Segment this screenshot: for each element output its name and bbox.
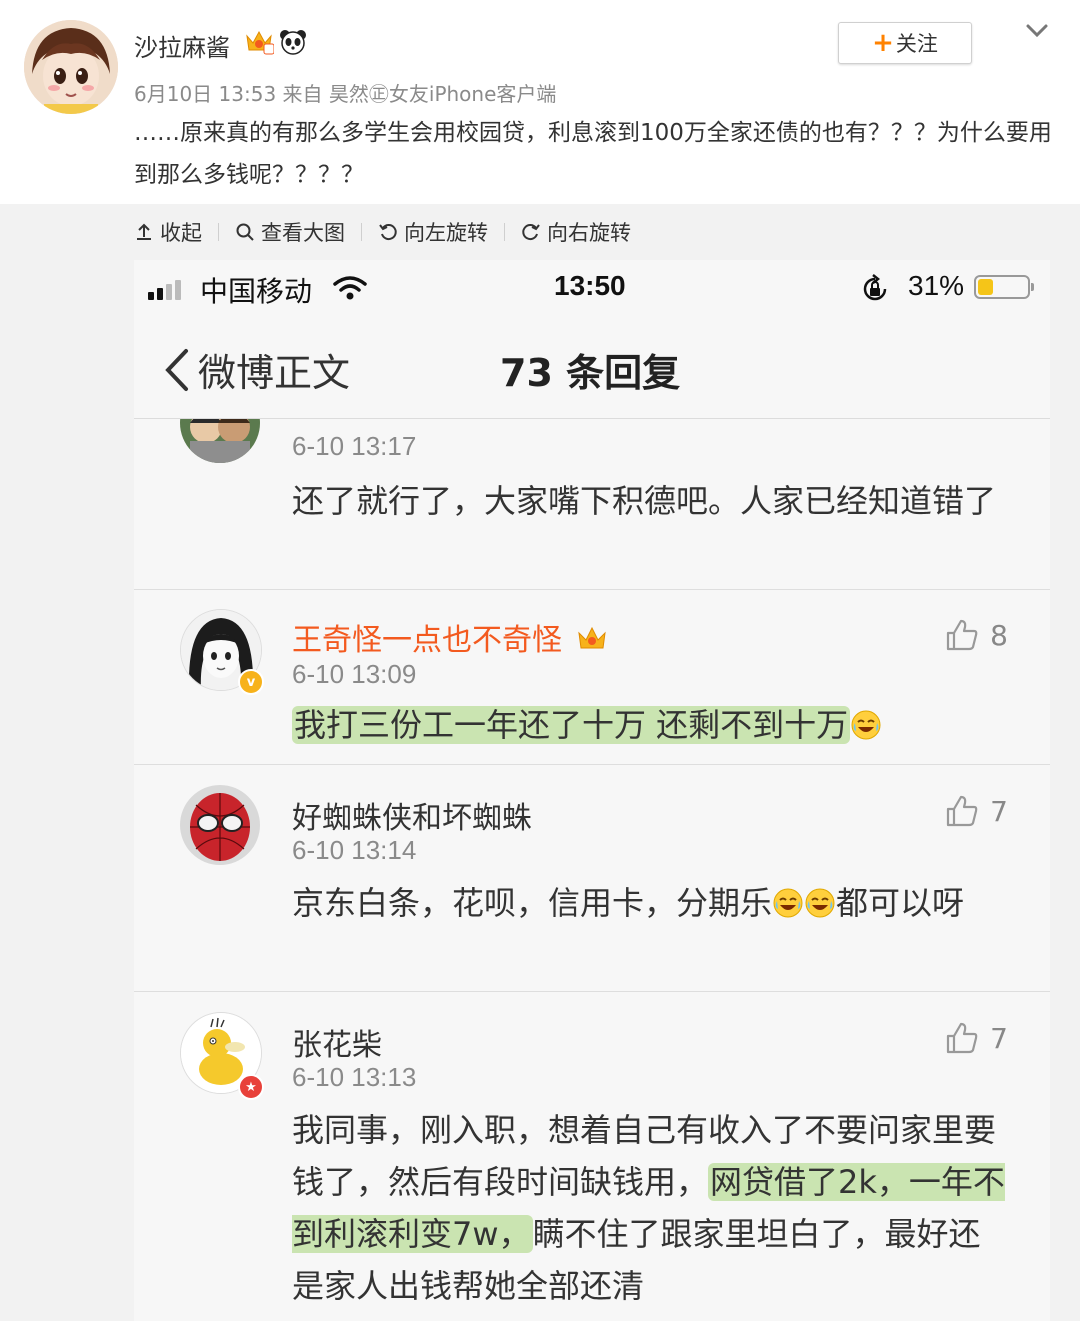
vip-crown-icon	[244, 28, 275, 60]
vip-crown-icon	[577, 626, 606, 649]
like-button[interactable]: 7	[944, 1020, 1008, 1056]
search-icon	[236, 223, 254, 241]
comment-item: v 王奇怪一点也不奇怪 8 6-10 13:09 我打三份工一年还了十万 还剩不…	[134, 589, 1050, 765]
comment-text: 我同事，刚入职，想着自己有收入了不要问家里要钱了，然后有段时间缺钱用，网贷借了2…	[292, 1104, 1012, 1312]
signal-icon	[148, 280, 181, 300]
comment-list: 6-10 13:17 还了就行了，大家嘴下积德吧。人家已经知道错了 v 王奇怪一…	[134, 419, 1050, 1321]
arrow-up-icon	[137, 223, 151, 240]
wifi-icon	[333, 276, 367, 300]
status-bar: 中国移动 13:50 31%	[134, 260, 1050, 316]
rotation-lock-icon	[863, 274, 887, 301]
comment-time: 6-10 13:13	[292, 1062, 417, 1092]
laughing-crying-emoji-icon	[851, 710, 881, 740]
commenter-avatar[interactable]	[180, 419, 260, 463]
verified-badge-icon: v	[238, 669, 264, 695]
thumbs-up-icon	[947, 619, 978, 651]
rotate-left-icon	[379, 224, 397, 241]
panda-icon	[278, 28, 308, 60]
commenter-name[interactable]: 王奇怪一点也不奇怪	[292, 615, 608, 659]
comment-text: 我打三份工一年还了十万 还剩不到十万	[292, 699, 1012, 751]
status-time: 13:50	[554, 270, 626, 301]
rotate-right-button[interactable]: 向右旋转	[521, 217, 631, 247]
nav-bar: 微博正文 73 条回复	[134, 316, 1050, 419]
back-button[interactable]: 微博正文	[162, 342, 350, 397]
collapse-label: 收起	[160, 221, 202, 245]
comment-time: 6-10 13:14	[292, 835, 417, 865]
poster-name[interactable]: 沙拉麻酱	[134, 28, 230, 63]
comment-text: 还了就行了，大家嘴下积德吧。人家已经知道错了	[292, 482, 997, 520]
comment-text-part: 都可以呀	[836, 884, 965, 922]
page-title: 73 条回复	[500, 351, 681, 395]
like-count: 7	[990, 794, 1008, 828]
rotate-right-label: 向右旋转	[547, 221, 631, 245]
commenter-name[interactable]: 好蜘蛛侠和坏蜘蛛	[292, 793, 532, 837]
laughing-crying-emoji-icon	[773, 888, 803, 918]
divider	[361, 223, 362, 241]
divider	[218, 223, 219, 241]
follow-button[interactable]: + 关注	[838, 22, 972, 64]
chevron-down-icon[interactable]	[1020, 18, 1054, 44]
comment-text-part: 京东白条，花呗，信用卡，分期乐	[292, 884, 773, 922]
thumbs-up-icon	[947, 1022, 978, 1054]
comment-item: ★ 张花柴 7 6-10 13:13 我同事，刚入职，想着自己有收入了不要问家里…	[134, 992, 1050, 1321]
comment-item: 6-10 13:17 还了就行了，大家嘴下积德吧。人家已经知道错了	[134, 419, 1050, 590]
rotate-left-button[interactable]: 向左旋转	[378, 217, 488, 247]
laughing-crying-emoji-icon	[805, 888, 835, 918]
commenter-avatar[interactable]	[180, 785, 260, 865]
follow-label: 关注	[895, 32, 938, 56]
plus-icon: +	[872, 28, 894, 58]
back-label: 微博正文	[198, 351, 351, 395]
verified-badge-icon: ★	[238, 1074, 264, 1100]
phone-screenshot: 中国移动 13:50 31% 微博正文 73 条回复 6-10 13:17 还了…	[134, 260, 1050, 1321]
like-count: 7	[990, 1021, 1008, 1055]
comment-item: 好蜘蛛侠和坏蜘蛛 7 6-10 13:14 京东白条，花呗，信用卡，分期乐 都可以…	[134, 765, 1050, 992]
poster-avatar[interactable]	[24, 20, 118, 114]
comment-time: 6-10 13:17	[292, 431, 417, 461]
commenter-name-text: 王奇怪一点也不奇怪	[292, 623, 562, 658]
like-button[interactable]: 8	[944, 617, 1008, 653]
post-text: ……原来真的有那么多学生会用校园贷，利息滚到100万全家还债的也有？？？为什么要…	[134, 120, 1052, 188]
media-toolbar: 收起 查看大图 向左旋转 向右旋转	[134, 212, 631, 252]
rotate-right-icon	[522, 224, 540, 241]
comment-text: 京东白条，花呗，信用卡，分期乐 都可以呀	[292, 877, 1012, 929]
collapse-button[interactable]: 收起	[134, 217, 202, 247]
post-meta: 6月10日 13:53 来自 昊然㊣女友iPhone客户端	[134, 82, 557, 106]
view-large-button[interactable]: 查看大图	[235, 217, 345, 247]
commenter-name[interactable]: 张花柴	[292, 1020, 382, 1064]
battery-icon	[974, 275, 1034, 299]
battery-percent: 31%	[908, 270, 965, 301]
rotate-left-label: 向左旋转	[404, 221, 488, 245]
thumbs-up-icon	[947, 795, 978, 827]
chevron-left-icon	[165, 348, 188, 391]
like-count: 8	[990, 618, 1008, 652]
highlighted-text: 我打三份工一年还了十万 还剩不到十万	[292, 706, 851, 744]
view-large-label: 查看大图	[261, 221, 345, 245]
divider	[504, 223, 505, 241]
carrier: 中国移动	[200, 276, 313, 307]
like-button[interactable]: 7	[944, 793, 1008, 829]
comment-time: 6-10 13:09	[292, 659, 417, 689]
